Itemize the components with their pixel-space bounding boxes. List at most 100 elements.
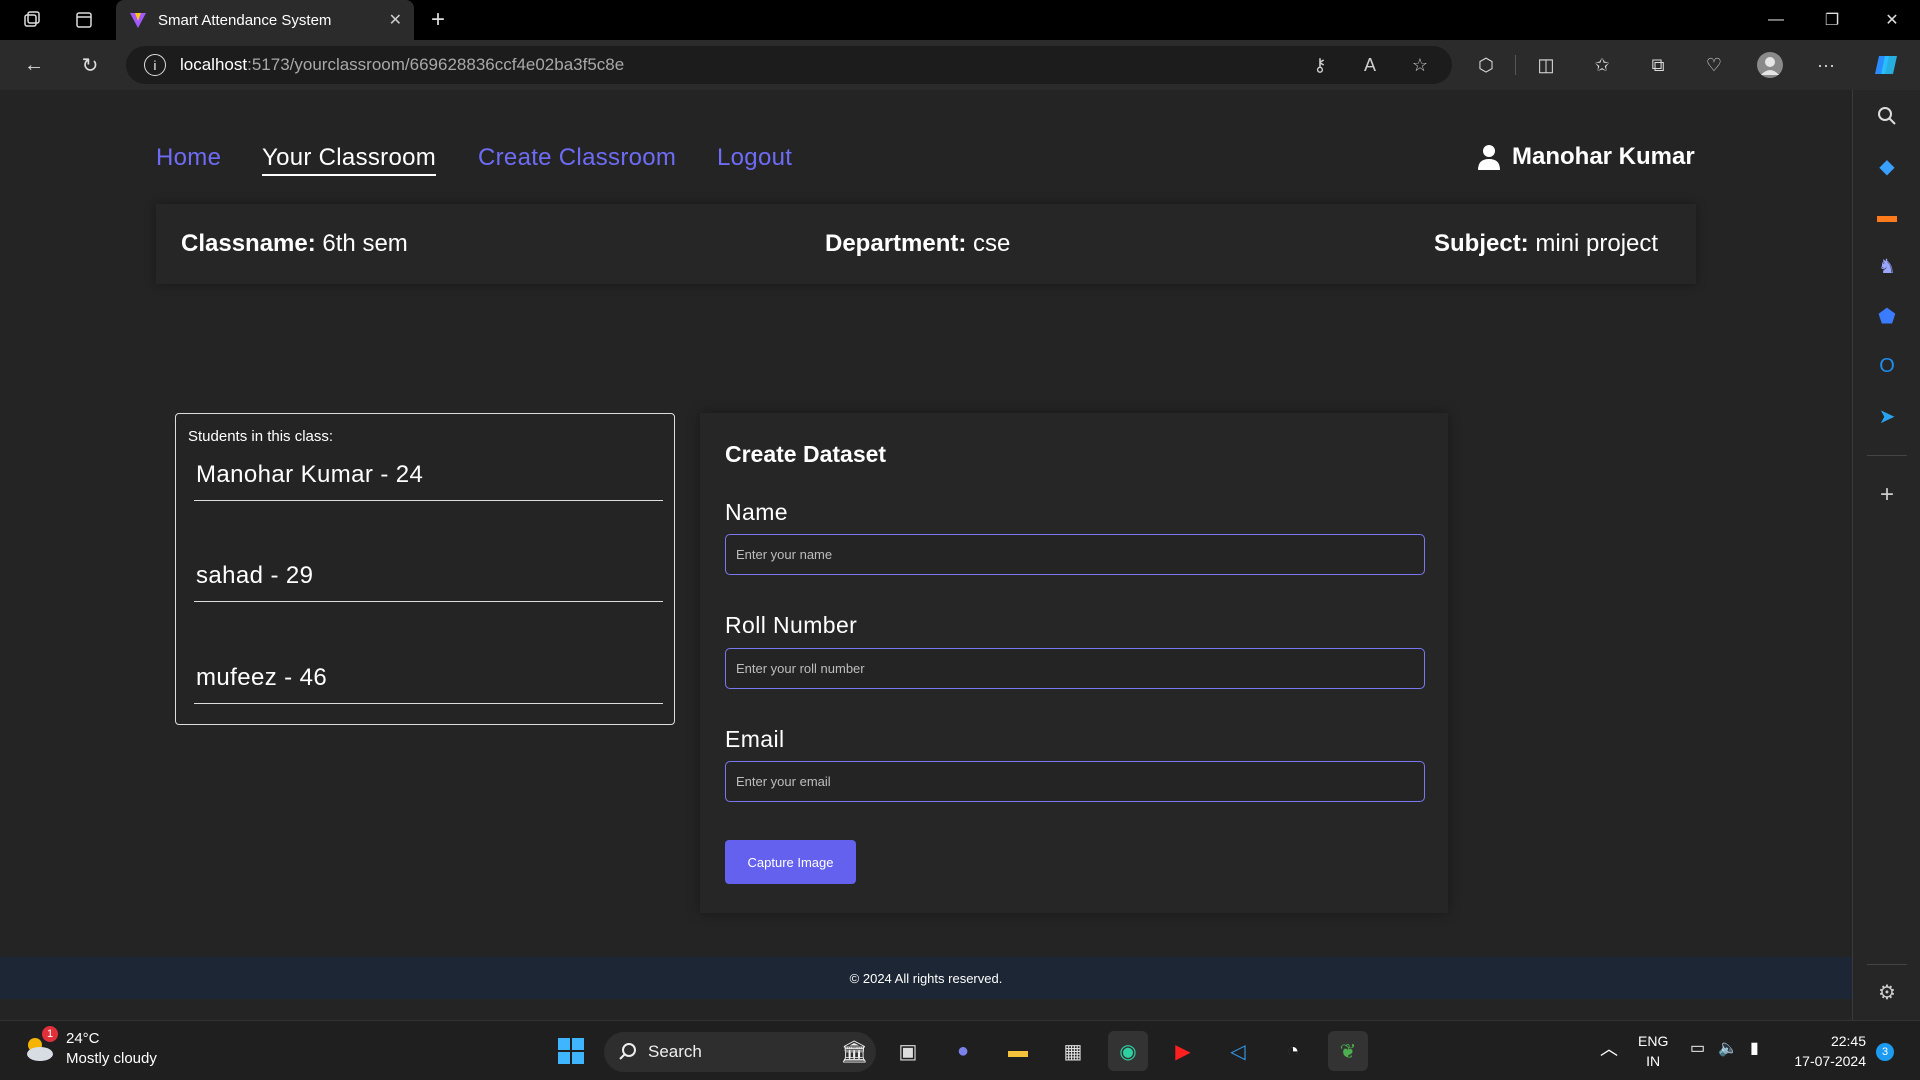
app-page: Home Your Classroom Create Classroom Log… [0, 90, 1852, 1020]
tab-actions-icon[interactable] [64, 0, 104, 40]
student-item[interactable]: Manohar Kumar - 24 [194, 461, 663, 501]
nav-home-link[interactable]: Home [156, 144, 221, 172]
copilot-icon[interactable] [1864, 46, 1908, 84]
address-bar[interactable]: i localhost:5173/yourclassroom/669628836… [126, 46, 1452, 84]
copilot-sidebar-icon[interactable]: ⬟ [1871, 300, 1903, 332]
split-screen-icon[interactable]: ◫ [1524, 46, 1568, 84]
name-input[interactable] [725, 534, 1425, 575]
weather-badge: 1 [42, 1026, 58, 1042]
volume-icon[interactable]: 🔈 [1718, 1039, 1738, 1059]
browser-essentials-icon[interactable]: ♡ [1692, 46, 1736, 84]
workspaces-icon[interactable] [12, 0, 52, 40]
toolbar-divider [1515, 55, 1516, 75]
search-icon[interactable] [1871, 100, 1903, 132]
search-icon [619, 1043, 636, 1060]
site-info-icon[interactable]: i [144, 54, 166, 76]
department-info: Department: cse [825, 230, 1010, 258]
close-tab-icon[interactable]: ✕ [389, 10, 402, 30]
department-value: cse [973, 230, 1011, 257]
classname-label: Classname: [181, 230, 316, 257]
cloud-weather-icon: 1 [22, 1026, 58, 1066]
nav-logout-link[interactable]: Logout [717, 144, 792, 172]
students-panel: Students in this class: Manohar Kumar - … [175, 413, 675, 725]
mongodb-icon[interactable]: ❦ [1328, 1031, 1368, 1071]
profile-avatar-icon[interactable] [1748, 46, 1792, 84]
task-view-icon[interactable]: ▣ [888, 1031, 928, 1071]
minimize-button[interactable]: — [1748, 0, 1804, 40]
nav-create-classroom-link[interactable]: Create Classroom [478, 144, 676, 172]
restore-button[interactable]: ❐ [1804, 0, 1860, 40]
notification-count-badge[interactable]: 3 [1876, 1043, 1894, 1061]
classname-info: Classname: 6th sem [181, 230, 408, 258]
edge-sidebar: ◆ ▬ ♞ ⬟ O ➤ + ⚙ [1852, 90, 1920, 1020]
battery-icon[interactable]: ▮ [1750, 1039, 1759, 1059]
email-label: Email [725, 726, 785, 752]
student-item[interactable]: mufeez - 46 [194, 664, 663, 704]
teams-chat-icon[interactable]: ● [943, 1031, 983, 1071]
capture-image-button[interactable]: Capture Image [725, 840, 856, 884]
dataset-title: Create Dataset [725, 441, 887, 467]
url-host: localhost [180, 55, 248, 74]
github-icon[interactable]: ◔ [1273, 1031, 1313, 1071]
weather-temp: 24°C [66, 1030, 100, 1047]
network-icon[interactable]: ▭ [1690, 1039, 1705, 1059]
shopping-tag-icon[interactable]: ◆ [1871, 150, 1903, 182]
subject-value: mini project [1535, 230, 1659, 257]
favorite-star-icon[interactable]: ☆ [1402, 46, 1438, 84]
taskbar-search-label: Search [648, 1042, 702, 1061]
edge-browser-icon[interactable]: ◉ [1108, 1031, 1148, 1071]
youtube-icon[interactable]: ▶ [1163, 1031, 1203, 1071]
sidebar-divider [1867, 455, 1907, 456]
new-tab-button[interactable]: + [422, 4, 454, 36]
students-header: Students in this class: [188, 428, 334, 445]
user-name: Manohar Kumar [1512, 143, 1695, 170]
nav-your-classroom-link[interactable]: Your Classroom [262, 144, 437, 176]
email-input[interactable] [725, 761, 1425, 802]
browser-tab-bar: Smart Attendance System ✕ + — ❐ ✕ [0, 0, 1920, 40]
outlook-icon[interactable]: O [1871, 350, 1903, 382]
sidebar-divider [1867, 964, 1907, 965]
language-indicator[interactable]: ENG IN [1638, 1031, 1668, 1071]
clock-date: 17-07-2024 [1794, 1053, 1866, 1069]
weather-widget[interactable]: 1 24°C Mostly cloudy [22, 1026, 157, 1069]
clock-time: 22:45 [1830, 1033, 1866, 1049]
taskbar-search[interactable]: Search 🏛 [604, 1032, 876, 1072]
back-button[interactable]: ← [10, 45, 58, 85]
weather-desc: Mostly cloudy [66, 1050, 157, 1067]
department-label: Department: [825, 230, 967, 257]
tools-icon[interactable]: ▬ [1871, 200, 1903, 232]
vite-favicon-icon [130, 13, 146, 28]
create-dataset-form: Create Dataset Name Roll Number Email Ca… [700, 413, 1448, 913]
extensions-icon[interactable]: ⬡ [1464, 46, 1508, 84]
add-sidebar-app-icon[interactable]: + [1871, 479, 1903, 511]
games-icon[interactable]: ♞ [1871, 250, 1903, 282]
classname-value: 6th sem [322, 230, 408, 257]
more-menu-icon[interactable]: ··· [1804, 46, 1848, 84]
active-tab[interactable]: Smart Attendance System ✕ [116, 0, 414, 40]
telegram-icon[interactable]: ➤ [1871, 400, 1903, 432]
refresh-button[interactable]: ↻ [66, 45, 114, 85]
student-item[interactable]: sahad - 29 [194, 562, 663, 602]
settings-gear-icon[interactable]: ⚙ [1871, 976, 1903, 1008]
user-profile[interactable]: Manohar Kumar [1478, 143, 1695, 171]
vscode-icon[interactable]: ◁ [1218, 1031, 1258, 1071]
name-label: Name [725, 499, 788, 525]
roll-number-input[interactable] [725, 648, 1425, 689]
tab-title: Smart Attendance System [158, 11, 332, 29]
url-path: :5173/yourclassroom/669628836ccf4e02ba3f… [247, 55, 625, 74]
language-bottom: IN [1646, 1053, 1661, 1069]
show-hidden-icons-icon[interactable]: ︿ [1600, 1039, 1618, 1059]
clock[interactable]: 22:45 17-07-2024 [1788, 1031, 1866, 1071]
user-icon [1478, 145, 1500, 170]
roll-number-label: Roll Number [725, 612, 858, 638]
start-windows-icon[interactable] [551, 1031, 591, 1071]
language-top: ENG [1638, 1033, 1669, 1049]
subject-label: Subject: [1434, 230, 1529, 257]
microsoft-store-icon[interactable]: ▦ [1053, 1031, 1093, 1071]
read-aloud-icon[interactable]: A [1352, 46, 1388, 84]
collections-icon[interactable]: ⧉ [1636, 46, 1680, 84]
file-explorer-icon[interactable]: ▬ [998, 1031, 1038, 1071]
favorites-icon[interactable]: ✩ [1580, 46, 1624, 84]
password-key-icon[interactable]: ⚷ [1302, 46, 1338, 84]
close-window-button[interactable]: ✕ [1864, 0, 1920, 40]
